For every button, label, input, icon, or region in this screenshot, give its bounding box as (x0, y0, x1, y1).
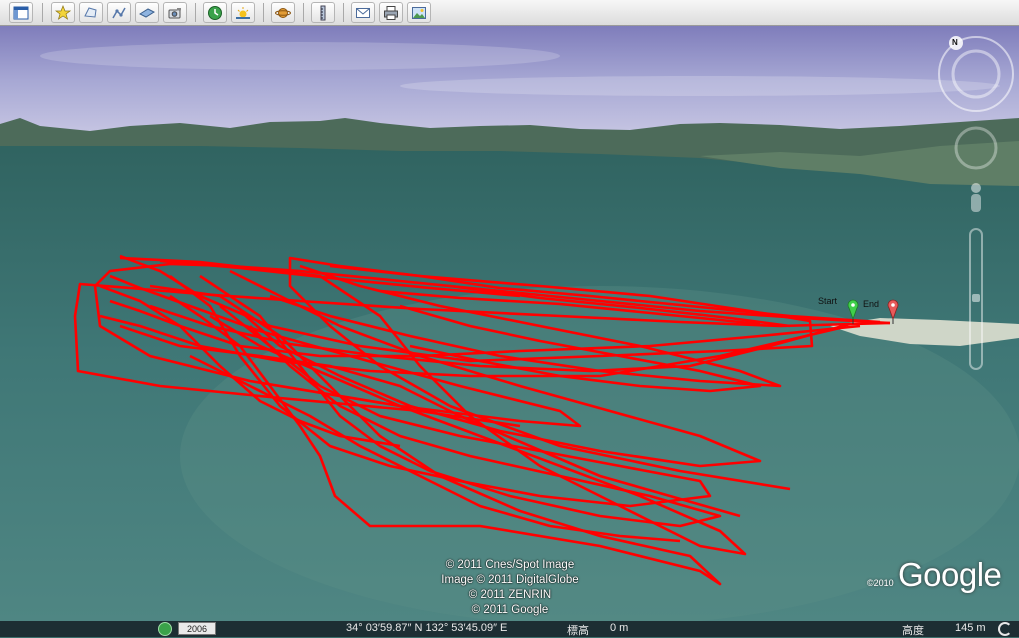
sidebar-toggle-button[interactable] (9, 2, 33, 23)
image-overlay-icon (139, 7, 155, 18)
save-image-button[interactable] (407, 2, 431, 23)
copyright-line: Image © 2011 DigitalGlobe (441, 574, 579, 586)
elevation-label: 標高 (567, 625, 589, 637)
start-label: Start (818, 296, 838, 306)
copyright-line: © 2011 Google (471, 604, 549, 616)
ruler-icon (320, 5, 326, 20)
historical-imagery-button[interactable] (203, 2, 227, 23)
pointer-coordinates: 34° 03′59.87″ N 132° 53′45.09″ E (346, 622, 508, 634)
add-polygon-button[interactable] (79, 2, 103, 23)
streaming-progress-icon (998, 622, 1012, 636)
google-logo: Google (898, 556, 1002, 593)
logo-year: ©2010 (867, 578, 894, 588)
earth-3d-view[interactable]: Start End N © 2011 Cnes/Spot Image Image… (0, 26, 1019, 621)
toolbar-separator (343, 3, 344, 22)
path-icon (112, 7, 126, 18)
copyright-line: © 2011 ZENRIN (468, 589, 552, 601)
toolbar-separator (42, 3, 43, 22)
cloud (400, 76, 1000, 96)
print-button[interactable] (379, 2, 403, 23)
sunlight-button[interactable] (231, 2, 255, 23)
toolbar-separator (303, 3, 304, 22)
printer-icon (384, 5, 398, 20)
add-path-button[interactable] (107, 2, 131, 23)
email-button[interactable] (351, 2, 375, 23)
toolbar-separator (263, 3, 264, 22)
toolbar-separator (195, 3, 196, 22)
camera-icon (168, 7, 181, 18)
photo-icon (412, 6, 426, 19)
planet-icon (275, 7, 291, 18)
toolbar (0, 0, 1019, 26)
switch-planet-button[interactable] (271, 2, 295, 23)
polygon-icon (84, 6, 97, 18)
ruler-button[interactable] (311, 2, 335, 23)
eye-altitude-value: 145 m (955, 622, 986, 634)
copyright-line: © 2011 Cnes/Spot Image (445, 559, 575, 571)
record-tour-button[interactable] (163, 2, 187, 23)
imagery-copyright: © 2011 Cnes/Spot Image Image © 2011 Digi… (390, 558, 630, 618)
street-view-pegman-icon[interactable] (971, 183, 981, 212)
compass-north-label: N (952, 38, 958, 47)
sidebar-icon (13, 6, 29, 19)
add-image-overlay-button[interactable] (135, 2, 159, 23)
terrain-scene (0, 26, 1019, 621)
eye-altitude-label: 高度 (902, 625, 924, 637)
cloud (40, 42, 560, 70)
sun-icon (236, 6, 250, 19)
clock-icon (208, 5, 222, 20)
imagery-date: 2006 (178, 622, 216, 635)
historical-clock-icon[interactable] (158, 622, 172, 636)
elevation-value: 0 m (610, 622, 629, 634)
envelope-icon (356, 7, 370, 18)
add-placemark-button[interactable] (51, 2, 75, 23)
pushpin-icon (55, 4, 71, 20)
status-bar: 2006 34° 03′59.87″ N 132° 53′45.09″ E 標高… (0, 621, 1019, 637)
end-label: End (863, 299, 880, 309)
